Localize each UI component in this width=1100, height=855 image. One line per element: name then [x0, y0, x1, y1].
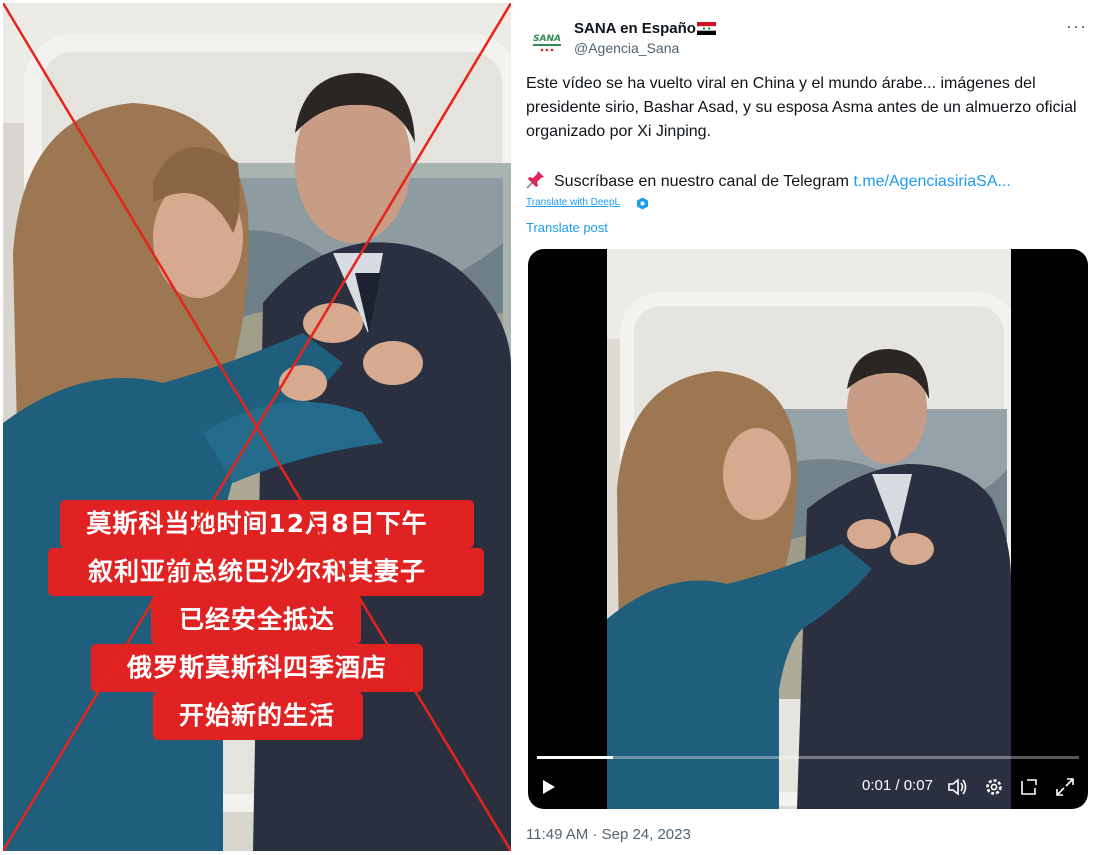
- settings-gear-icon[interactable]: [983, 776, 1005, 798]
- picture-in-picture-icon[interactable]: [1018, 776, 1040, 798]
- translate-deepl-link[interactable]: Translate with DeepL: [526, 197, 620, 208]
- video-thumbnail: [607, 249, 1011, 809]
- sana-logo-icon: SANA: [533, 34, 561, 52]
- video-player[interactable]: 0:01 / 0:07: [528, 249, 1088, 809]
- avatar[interactable]: SANA: [527, 22, 567, 62]
- time-separator: /: [891, 777, 904, 794]
- telegram-prefix: Suscríbase en nuestro canal de Telegram: [554, 173, 854, 190]
- video-progress-bar[interactable]: [537, 756, 1079, 759]
- red-x-overlay: [3, 3, 511, 851]
- translate-post-link[interactable]: Translate post: [526, 220, 608, 235]
- current-time: 0:01: [862, 777, 892, 794]
- more-options-icon[interactable]: ···: [1066, 16, 1087, 37]
- pushpin-icon: [526, 171, 544, 189]
- play-icon[interactable]: [538, 775, 560, 799]
- tweet-text: Este vídeo se ha vuelto viral en China y…: [526, 75, 1077, 140]
- logo-text: SANA: [533, 34, 561, 44]
- video-progress-fill: [537, 756, 613, 759]
- fullscreen-icon[interactable]: [1054, 776, 1076, 798]
- syria-flag-icon: [697, 22, 716, 35]
- volume-icon[interactable]: [946, 776, 968, 798]
- handle[interactable]: @Agencia_Sana: [574, 40, 679, 56]
- telegram-link[interactable]: t.me/AgenciasiriaSA...: [853, 173, 1010, 190]
- duration: 0:07: [903, 777, 933, 794]
- tweet-timestamp[interactable]: 11:49 AM · Sep 24, 2023: [526, 826, 691, 843]
- display-name[interactable]: SANA en Español: [574, 20, 700, 37]
- telegram-line: Suscríbase en nuestro canal de Telegram …: [526, 169, 1086, 194]
- video-time: 0:01 / 0:07: [862, 777, 933, 794]
- deepl-icon: [637, 197, 648, 210]
- fact-check-image: 莫斯科当地时间12月8日下午 叙利亚前总统巴沙尔和其妻子 已经安全抵达 俄罗斯莫…: [3, 3, 511, 851]
- tweet-card: SANA SANA en Español @Agencia_Sana ··· E…: [518, 0, 1100, 855]
